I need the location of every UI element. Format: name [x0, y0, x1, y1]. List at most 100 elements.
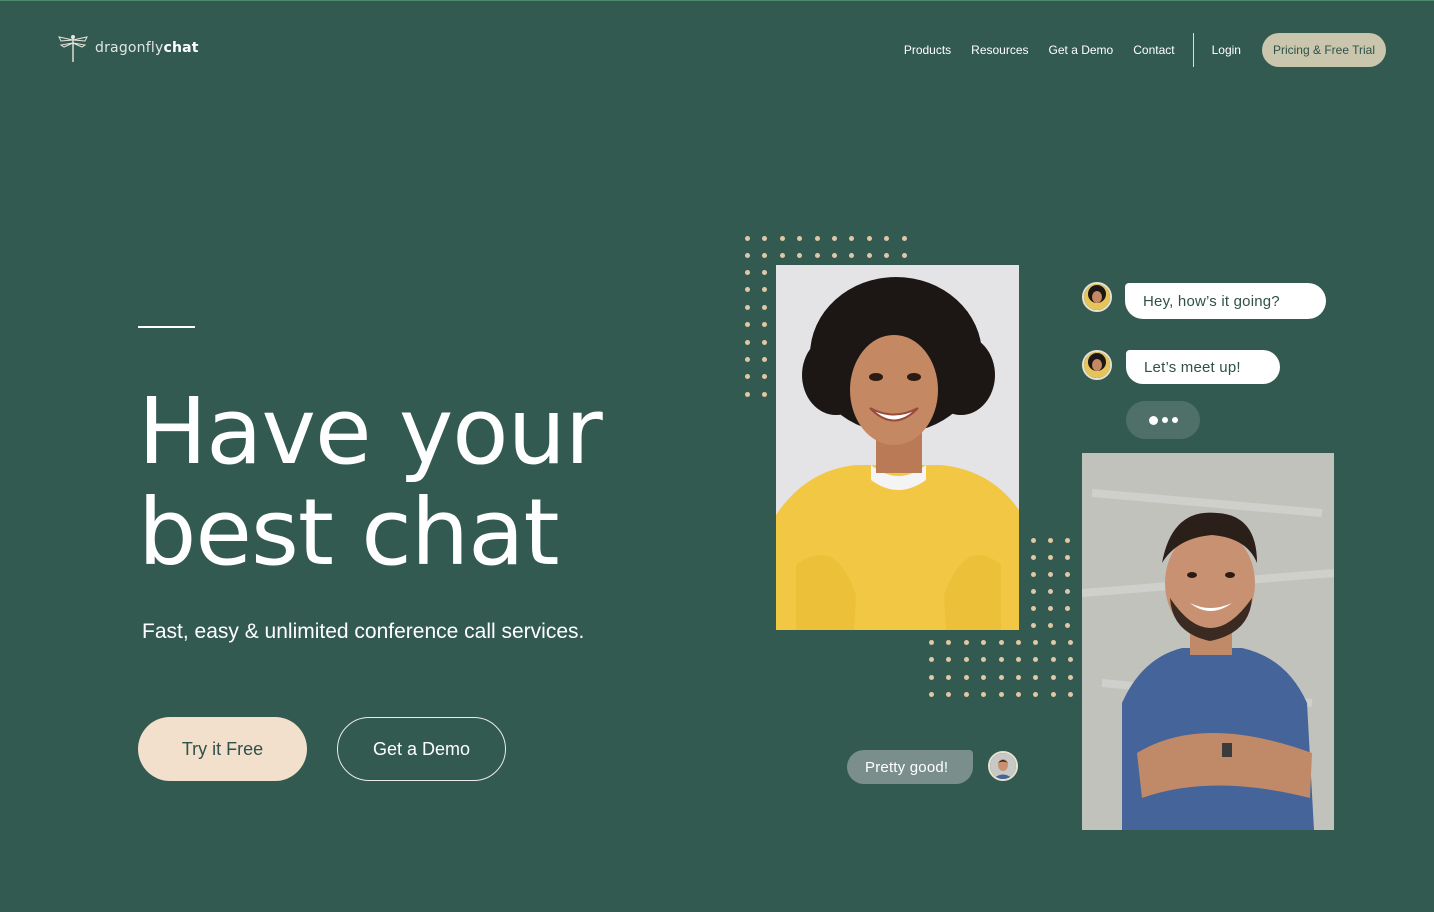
decorative-dot: [866, 236, 872, 241]
decorative-dot: [797, 236, 803, 241]
decorative-dot: [981, 674, 987, 680]
brand-name: dragonflychat: [95, 40, 199, 56]
decorative-dot: [849, 236, 855, 241]
chat-message-3: Pretty good!: [847, 750, 973, 784]
main-nav: Products Resources Get a Demo Contact Lo…: [904, 33, 1386, 67]
decorative-dot: [1068, 692, 1074, 698]
decorative-dot: [963, 692, 969, 698]
decorative-dot: [762, 322, 768, 328]
nav-contact[interactable]: Contact: [1133, 43, 1174, 57]
decorative-dot: [1065, 606, 1070, 611]
decorative-dot: [1016, 640, 1021, 645]
decorative-dot: [1050, 657, 1056, 663]
decorative-dot: [762, 374, 768, 380]
decorative-dot: [1016, 692, 1021, 698]
hero-subtitle: Fast, easy & unlimited conference call s…: [142, 620, 585, 643]
decorative-dot: [1065, 555, 1070, 560]
nav-products[interactable]: Products: [904, 43, 951, 57]
decorative-dot: [1033, 640, 1039, 645]
decorative-dot: [946, 674, 952, 680]
decorative-dot: [884, 253, 890, 259]
decorative-dot: [1048, 572, 1053, 577]
decorative-dot: [1031, 623, 1036, 628]
decorative-dot: [762, 236, 768, 241]
decorative-dot: [946, 657, 952, 663]
decorative-dot: [1050, 692, 1056, 698]
decorative-dot: [1031, 538, 1036, 543]
decorative-dot: [981, 692, 987, 698]
top-border: [0, 0, 1434, 1]
decorative-dot: [762, 270, 768, 275]
decorative-dot: [745, 236, 750, 241]
decorative-dot: [745, 339, 750, 345]
decorative-dot: [946, 640, 952, 645]
typing-dots-icon: [1126, 401, 1200, 439]
decorative-dot: [1048, 623, 1053, 628]
decorative-dot: [745, 374, 750, 380]
decorative-dot: [1048, 606, 1053, 611]
decorative-dot: [745, 270, 750, 275]
decorative-dot: [998, 640, 1004, 645]
man-avatar: [988, 751, 1018, 781]
decorative-dot: [814, 253, 820, 259]
decorative-dot: [762, 357, 768, 362]
decorative-dot: [849, 253, 855, 259]
decorative-dot: [1065, 589, 1070, 594]
dragonfly-icon: [58, 35, 88, 62]
decorative-dot: [745, 391, 750, 397]
hero-divider: [138, 326, 195, 328]
decorative-dot: [998, 657, 1004, 663]
decorative-dot: [779, 236, 785, 241]
decorative-dot: [1065, 623, 1070, 628]
hero-title-line-2: best chat: [138, 479, 560, 586]
woman-photo: [776, 265, 1019, 630]
decorative-dot: [1016, 657, 1021, 663]
decorative-dot: [884, 236, 890, 241]
nav-login[interactable]: Login: [1212, 43, 1241, 57]
decorative-dot: [963, 657, 969, 663]
decorative-dot: [832, 236, 837, 241]
hero-title-line-1: Have your: [138, 378, 603, 485]
decorative-dot: [929, 674, 934, 680]
man-photo: [1082, 453, 1334, 830]
decorative-dot: [929, 657, 934, 663]
decorative-dot: [963, 674, 969, 680]
nav-get-a-demo[interactable]: Get a Demo: [1049, 43, 1114, 57]
decorative-dot: [745, 357, 750, 362]
decorative-dot: [1068, 674, 1074, 680]
decorative-dot: [946, 692, 952, 698]
decorative-dot: [1050, 674, 1056, 680]
decorative-dot: [866, 253, 872, 259]
decorative-dot: [745, 253, 750, 259]
decorative-dot: [1048, 589, 1053, 594]
nav-divider: [1192, 33, 1194, 67]
chat-message-1: Hey, how’s it going?: [1125, 283, 1326, 319]
pricing-free-trial-button[interactable]: Pricing & Free Trial: [1261, 33, 1386, 67]
decorative-dot: [998, 692, 1004, 698]
decorative-dot: [929, 640, 934, 645]
decorative-dot: [1065, 538, 1070, 543]
decorative-dot: [1068, 657, 1074, 663]
decorative-dot: [762, 253, 768, 259]
decorative-dot: [1033, 692, 1039, 698]
brand-name-light: dragonfly: [95, 40, 164, 56]
decorative-dot: [1031, 606, 1036, 611]
get-a-demo-button[interactable]: Get a Demo: [337, 717, 506, 781]
decorative-dot: [901, 236, 907, 241]
brand-name-bold: chat: [163, 40, 199, 56]
try-it-free-button[interactable]: Try it Free: [138, 717, 307, 781]
decorative-dot: [762, 287, 768, 293]
decorative-dot: [1050, 640, 1056, 645]
decorative-dot: [797, 253, 803, 259]
decorative-dot: [745, 287, 750, 293]
decorative-dot: [762, 339, 768, 345]
decorative-dot: [981, 640, 987, 645]
decorative-dot: [998, 674, 1004, 680]
decorative-dot: [814, 236, 820, 241]
decorative-dot: [1033, 657, 1039, 663]
decorative-dot: [1048, 538, 1053, 543]
brand-logo[interactable]: dragonflychat: [57, 32, 199, 64]
nav-resources[interactable]: Resources: [971, 43, 1028, 57]
decorative-dot: [1048, 555, 1053, 560]
decorative-dot: [779, 253, 785, 259]
